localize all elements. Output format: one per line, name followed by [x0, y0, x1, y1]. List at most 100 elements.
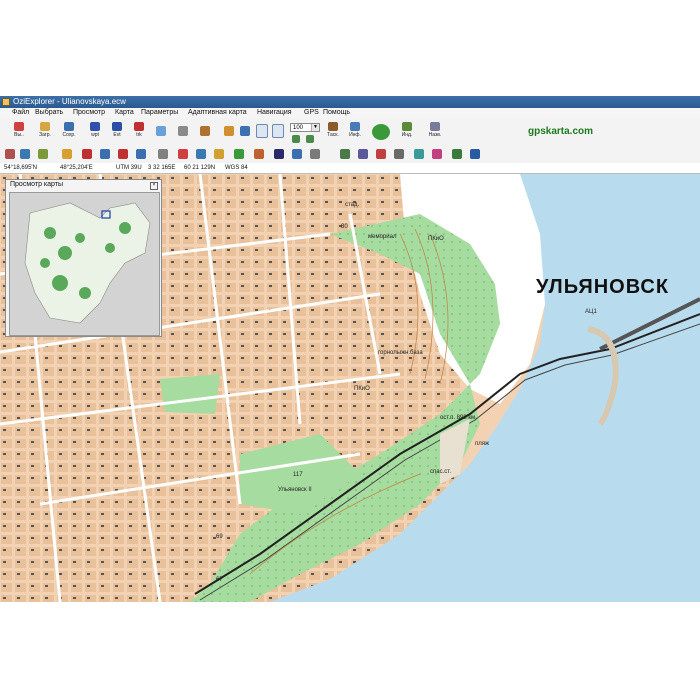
- overview-map[interactable]: [9, 192, 160, 336]
- menu-adaptive-map[interactable]: Адаптивная карта: [188, 108, 247, 118]
- tool-icon[interactable]: [394, 149, 404, 159]
- tool-icon[interactable]: [274, 149, 284, 159]
- close-icon[interactable]: ×: [150, 182, 158, 190]
- tool-icon[interactable]: [292, 149, 302, 159]
- index-button[interactable]: Инд.: [396, 121, 418, 143]
- map-label: пляж: [475, 441, 490, 447]
- tool-icon[interactable]: [136, 149, 146, 159]
- tool-icon[interactable]: [376, 149, 386, 159]
- names-icon: [430, 122, 440, 131]
- zoom-out-icon[interactable]: [306, 135, 314, 143]
- load-button[interactable]: Загр.: [34, 121, 56, 143]
- track-icon: [134, 122, 144, 131]
- tool-icon[interactable]: [214, 149, 224, 159]
- tool-icon[interactable]: [310, 149, 320, 159]
- latitude-readout: 54°18,695'N: [4, 165, 37, 171]
- oziexplorer-window: OziExplorer - Ulianovskaya.ecw Файл Выбр…: [0, 96, 700, 602]
- zoom-icon[interactable]: [256, 124, 268, 138]
- map-view[interactable]: Просмотр карты × УЛЬЯНОВСК АЦ1 Ульяновск…: [0, 174, 700, 602]
- longitude-readout: 48°25,204'E: [60, 165, 93, 171]
- menu-file[interactable]: Файл: [12, 108, 29, 118]
- map-label: спас.ст.: [430, 469, 452, 475]
- map-label: 117: [293, 472, 303, 478]
- menu-navigation[interactable]: Навигация: [257, 108, 292, 118]
- tool-icon[interactable]: [38, 149, 48, 159]
- exit-button[interactable]: Вы..: [8, 121, 30, 143]
- overview-panel: Просмотр карты ×: [5, 179, 162, 337]
- zoom-select[interactable]: 100 ▼: [290, 123, 320, 132]
- tool-icon[interactable]: [254, 149, 264, 159]
- tool-icon[interactable]: [432, 149, 442, 159]
- map-label: горнолыжн.база: [378, 350, 423, 356]
- window-title: OziExplorer - Ulianovskaya.ecw: [13, 97, 126, 106]
- info-button[interactable]: Инф.: [344, 121, 366, 143]
- waypoint-button[interactable]: wpt: [84, 121, 106, 143]
- exit-icon: [14, 122, 24, 131]
- names-button[interactable]: Назв.: [424, 121, 446, 143]
- ruler-icon[interactable]: [178, 126, 188, 136]
- save-button[interactable]: Сохр.: [58, 121, 80, 143]
- title-bar: OziExplorer - Ulianovskaya.ecw: [0, 96, 700, 108]
- task-icon: [328, 122, 338, 131]
- map-label: АЦ1: [585, 309, 597, 315]
- menu-map[interactable]: Карта: [115, 108, 134, 118]
- tool-icon[interactable]: [118, 149, 128, 159]
- overview-title: Просмотр карты: [10, 181, 63, 188]
- tool-icon[interactable]: [196, 149, 206, 159]
- zoom-in-icon[interactable]: [292, 135, 300, 143]
- navigation-arrows-icon[interactable]: [372, 124, 390, 140]
- easting-readout: 3 32 165E: [148, 165, 176, 171]
- save-icon: [64, 122, 74, 131]
- map-label: 80: [341, 224, 348, 230]
- tool-icon[interactable]: [340, 149, 350, 159]
- secondary-toolbar: [0, 146, 700, 164]
- utm-zone-readout: UTM 39U: [116, 165, 142, 171]
- menu-parameters[interactable]: Параметры: [141, 108, 178, 118]
- lock-icon[interactable]: [224, 126, 234, 136]
- map-label: 67: [216, 577, 223, 583]
- map-label: стад.: [345, 202, 360, 208]
- overview-canvas: [10, 193, 159, 335]
- menu-help[interactable]: Помощь: [323, 108, 350, 118]
- menu-view[interactable]: Просмотр: [73, 108, 105, 118]
- menu-select[interactable]: Выбрать: [35, 108, 63, 118]
- square-park: [160, 374, 220, 414]
- tool-icon[interactable]: [234, 149, 244, 159]
- grid-icon[interactable]: [240, 126, 250, 136]
- zoom-select-icon[interactable]: [272, 124, 284, 138]
- route-icon[interactable]: [156, 126, 166, 136]
- map-label: 69: [216, 534, 223, 540]
- map-label: ост.п. 898 км: [440, 415, 476, 421]
- main-toolbar: Вы.. Загр. Сохр. wpt Evt trk 100 ▼ Таск.…: [0, 118, 700, 147]
- index-icon: [402, 122, 412, 131]
- tool-icon[interactable]: [414, 149, 424, 159]
- tool-icon[interactable]: [178, 149, 188, 159]
- load-icon: [40, 122, 50, 131]
- brand-label: gpskarta.com: [528, 126, 594, 137]
- city-label: УЛЬЯНОВСК: [536, 276, 670, 298]
- tool-icon[interactable]: [100, 149, 110, 159]
- waypoint-icon: [90, 122, 100, 131]
- map-label: Ульяновск II: [278, 487, 312, 493]
- tool-icon[interactable]: [358, 149, 368, 159]
- map-label: мемориал: [368, 234, 397, 240]
- event-button[interactable]: Evt: [106, 121, 128, 143]
- measure-icon[interactable]: [200, 126, 210, 136]
- tool-icon[interactable]: [5, 149, 15, 159]
- tool-icon[interactable]: [452, 149, 462, 159]
- map-label: ПКиО: [428, 236, 444, 242]
- tool-icon[interactable]: [158, 149, 168, 159]
- tool-icon[interactable]: [82, 149, 92, 159]
- northing-readout: 60 21 129N: [184, 165, 216, 171]
- track-button[interactable]: trk: [128, 121, 150, 143]
- map-label: ПКиО: [354, 386, 370, 392]
- tool-icon[interactable]: [20, 149, 30, 159]
- status-bar: 54°18,695'N 48°25,204'E UTM 39U 3 32 165…: [0, 163, 700, 174]
- tool-icon[interactable]: [470, 149, 480, 159]
- menu-gps[interactable]: GPS: [304, 108, 319, 118]
- task-button[interactable]: Таск.: [322, 121, 344, 143]
- chevron-down-icon: ▼: [311, 124, 319, 131]
- tool-icon[interactable]: [62, 149, 72, 159]
- info-icon: [350, 122, 360, 131]
- datum-readout: WGS 84: [225, 165, 248, 171]
